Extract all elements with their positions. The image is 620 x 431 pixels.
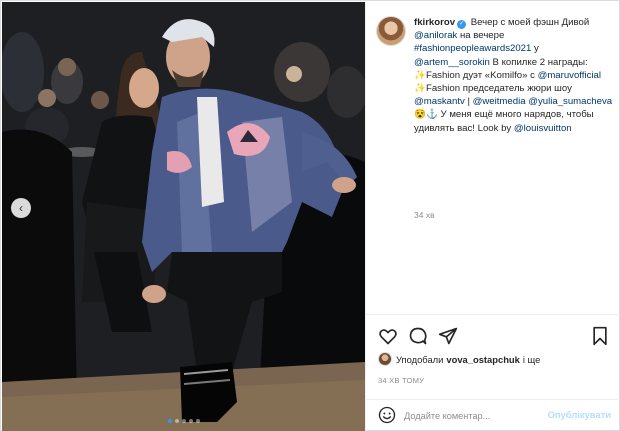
caption-link[interactable]: @anilorak (414, 30, 457, 41)
carousel-dot (181, 419, 186, 423)
comment-input[interactable] (404, 408, 554, 424)
comment-bar: Опублікувати (366, 400, 620, 431)
caption-link[interactable]: @maskantv (414, 96, 465, 107)
caption-fragment: В копилке 2 награды: (489, 56, 588, 68)
post-side-panel: fkirkorov ✓ Вечер с моей фэшн Дивой @anil… (365, 2, 620, 431)
caption-link[interactable]: @maruvofficial (538, 70, 601, 81)
author-avatar[interactable] (376, 16, 406, 46)
sparkle-icon: ✨ (414, 69, 426, 81)
caption-link[interactable]: @yulia_sumacheva (528, 96, 612, 107)
caption-link[interactable]: @weitmedia (473, 96, 526, 107)
liker-avatar[interactable] (378, 352, 392, 366)
carousel-dot (195, 419, 200, 423)
carousel-indicator (2, 419, 365, 423)
publish-comment-button[interactable]: Опублікувати (548, 409, 611, 420)
bookmark-icon[interactable] (590, 326, 610, 346)
caption-timestamp[interactable]: 34 хв (414, 210, 435, 220)
carousel-dot (174, 419, 179, 423)
action-bar (366, 320, 620, 350)
caption-text: Вечер с моей фэшн Дивой @anilorak на веч… (414, 17, 612, 134)
smiley-icon[interactable] (378, 406, 396, 424)
carousel-prev-button[interactable]: ‹ (11, 198, 31, 218)
caption-area: fkirkorov ✓ Вечер с моей фэшн Дивой @anil… (366, 2, 620, 314)
sparkle-icon: ✨ (414, 83, 426, 95)
caption-fragment: | (464, 96, 473, 108)
divider (366, 314, 620, 315)
carousel-dot (188, 419, 193, 423)
post-timestamp[interactable]: 34 ХВ ТОМУ (378, 376, 424, 385)
verified-badge-icon: ✓ (457, 20, 467, 29)
caption-link[interactable]: @artem__sorokin (414, 57, 490, 68)
caption-link[interactable]: #fashionpeopleawards2021 (414, 43, 531, 54)
photo-illustration (2, 2, 365, 431)
liked-by-prefix: Уподобали (396, 353, 444, 365)
post-caption: fkirkorov ✓ Вечер с моей фэшн Дивой @anil… (414, 16, 614, 135)
caption-fragment: на вечере (457, 30, 505, 42)
caption-fragment: у (531, 43, 539, 55)
author-username[interactable]: fkirkorov (414, 17, 455, 28)
post-photo[interactable]: ‹ (2, 2, 365, 431)
comment-icon[interactable] (408, 326, 428, 346)
heart-icon[interactable] (378, 326, 398, 346)
caption-fragment: Fashion председатель жюри шоу (425, 83, 572, 95)
paper-plane-icon[interactable] (438, 326, 458, 346)
caption-fragment: Вечер с моей фэшн Дивой (470, 17, 590, 28)
liked-by: Уподобали vova_ostapchuk і ще (378, 351, 540, 367)
instagram-post: ‹ fkirkorov ✓ Вечер с моей фэшн Дивой @an… (0, 0, 620, 431)
liked-by-username[interactable]: vova_ostapchuk (446, 354, 519, 365)
caption-link[interactable]: @louisvuitton (514, 123, 572, 134)
liked-by-suffix[interactable]: і ще (523, 354, 541, 365)
caption-fragment: Fashion дуэт «Komilfo» с (425, 69, 538, 81)
carousel-dot (167, 419, 172, 423)
